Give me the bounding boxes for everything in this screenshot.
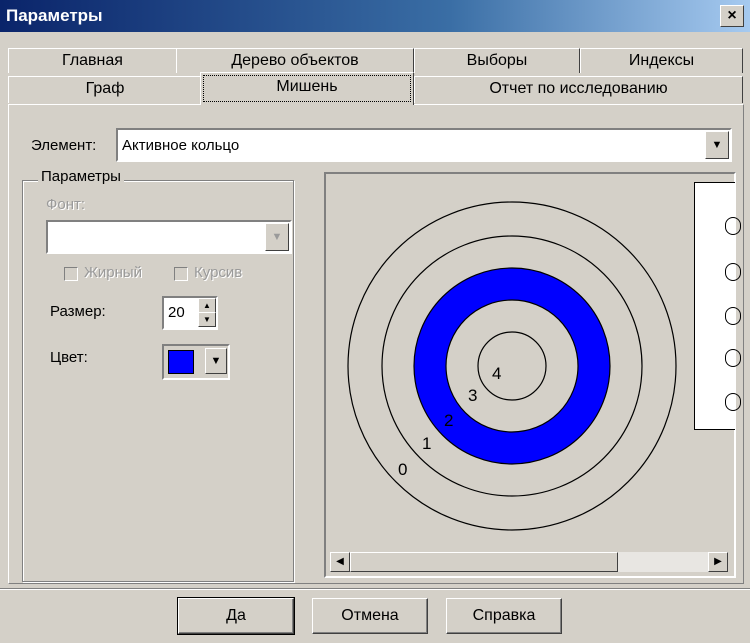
legend-item-icon <box>725 393 741 411</box>
font-label: Фонт: <box>46 196 86 213</box>
tab-indexes[interactable]: Индексы <box>580 48 743 73</box>
color-swatch <box>168 350 194 374</box>
element-select-value: Активное кольцо <box>122 137 240 154</box>
spin-up-icon[interactable]: ▲ <box>198 298 216 313</box>
footer-separator <box>0 588 750 590</box>
legend-box <box>694 182 741 430</box>
bold-checkbox[interactable] <box>64 267 78 281</box>
legend-item-icon <box>725 307 741 325</box>
ring-label-3: 3 <box>468 386 477 405</box>
scroll-right-icon[interactable]: ▶ <box>708 552 728 572</box>
legend-item-icon <box>725 217 741 235</box>
window-title: Параметры <box>6 6 103 25</box>
ring-label-0: 0 <box>398 460 407 479</box>
parameters-group-title: Параметры <box>38 168 124 185</box>
size-spinner[interactable]: 20 ▲ ▼ <box>162 296 218 330</box>
tab-target[interactable]: Мишень <box>200 72 414 105</box>
cancel-button[interactable]: Отмена <box>312 598 428 634</box>
target-preview: 0 1 2 3 4 ◀ ▶ <box>324 172 741 578</box>
tab-main[interactable]: Главная <box>8 48 177 73</box>
ok-button[interactable]: Да <box>177 597 295 635</box>
dropdown-arrow-icon[interactable]: ▼ <box>205 348 227 374</box>
help-button[interactable]: Справка <box>446 598 562 634</box>
horizontal-scrollbar[interactable]: ◀ ▶ <box>330 552 728 572</box>
scroll-thumb[interactable] <box>350 552 618 572</box>
spin-down-icon[interactable]: ▼ <box>198 312 216 327</box>
legend-item-icon <box>725 349 741 367</box>
dropdown-arrow-icon[interactable]: ▼ <box>705 131 729 159</box>
font-select[interactable]: ▼ <box>46 220 292 254</box>
tab-object-tree[interactable]: Дерево объектов <box>176 48 414 73</box>
ring-3 <box>445 299 579 433</box>
element-select[interactable]: Активное кольцо ▼ <box>116 128 732 162</box>
size-label: Размер: <box>50 303 106 320</box>
target-svg: 0 1 2 3 4 <box>347 201 677 531</box>
dropdown-arrow-icon[interactable]: ▼ <box>265 223 289 251</box>
title-bar: Параметры × <box>0 0 750 32</box>
scroll-left-icon[interactable]: ◀ <box>330 552 350 572</box>
tab-graph[interactable]: Граф <box>8 76 202 103</box>
color-picker[interactable]: ▼ <box>162 344 230 380</box>
close-icon[interactable]: × <box>720 5 744 27</box>
ring-label-2: 2 <box>444 411 453 430</box>
tab-elections[interactable]: Выборы <box>414 48 580 73</box>
legend-item-icon <box>725 263 741 281</box>
color-label: Цвет: <box>50 349 88 366</box>
italic-label: Курсив <box>194 264 243 281</box>
element-label: Элемент: <box>31 137 97 154</box>
tab-research-report[interactable]: Отчет по исследованию <box>414 76 743 103</box>
ring-label-1: 1 <box>422 434 431 453</box>
italic-checkbox[interactable] <box>174 267 188 281</box>
ring-label-4: 4 <box>492 364 501 383</box>
bold-label: Жирный <box>84 264 143 281</box>
size-value: 20 <box>168 304 185 321</box>
